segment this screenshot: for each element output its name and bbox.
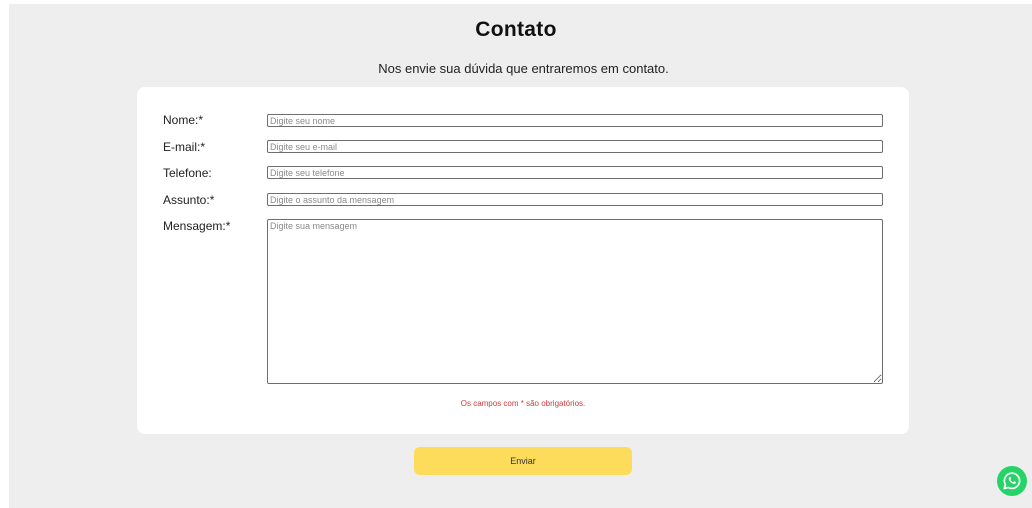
message-textarea[interactable] bbox=[267, 219, 883, 384]
email-label: E-mail:* bbox=[163, 140, 206, 154]
send-button[interactable]: Enviar bbox=[414, 447, 632, 475]
page-subtitle: Nos envie sua dúvida que entraremos em c… bbox=[378, 61, 669, 76]
name-label: Nome:* bbox=[163, 113, 204, 127]
whatsapp-button[interactable] bbox=[997, 466, 1027, 496]
subject-input[interactable] bbox=[267, 193, 883, 206]
phone-label: Telefone: bbox=[163, 166, 212, 180]
required-fields-note: Os campos com * são obrigatórios. bbox=[460, 399, 586, 408]
email-input[interactable] bbox=[267, 140, 883, 153]
subject-label: Assunto:* bbox=[163, 193, 215, 207]
name-input[interactable] bbox=[267, 114, 883, 127]
page-title: Contato bbox=[475, 18, 557, 41]
phone-input[interactable] bbox=[267, 166, 883, 179]
message-label: Mensagem:* bbox=[163, 219, 231, 233]
whatsapp-icon bbox=[1003, 472, 1021, 490]
